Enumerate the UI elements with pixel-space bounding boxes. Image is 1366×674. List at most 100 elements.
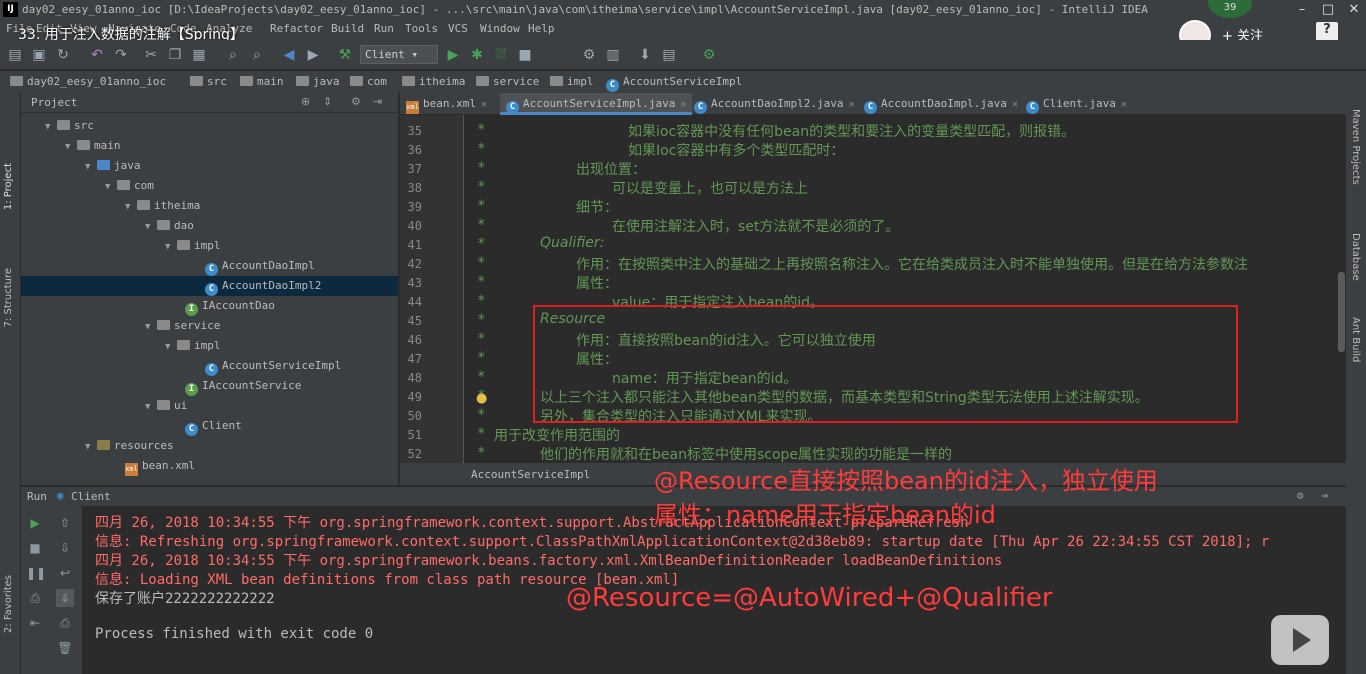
- tree-item-iaccountdao[interactable]: I IAccountDao: [185, 296, 275, 316]
- save-all-icon[interactable]: ▣: [30, 46, 48, 64]
- menu-help[interactable]: Help: [528, 22, 555, 35]
- minimize-button[interactable]: –: [1290, 0, 1314, 20]
- breadcrumb-class[interactable]: C AccountServiceImpl: [606, 75, 742, 92]
- locate-icon[interactable]: ⊕: [301, 95, 310, 108]
- editor-scroll-thumb[interactable]: [1338, 272, 1345, 352]
- breadcrumb-com[interactable]: com: [350, 75, 387, 88]
- structure-tool-tab[interactable]: 7: Structure: [3, 268, 14, 327]
- breadcrumb-project[interactable]: day02_eesy_01anno_ioc: [10, 75, 166, 88]
- tree-item-accountdaoimpl[interactable]: C AccountDaoImpl: [205, 256, 315, 276]
- paste-icon[interactable]: ▦: [190, 46, 208, 64]
- scroll-down-icon[interactable]: ⇩: [56, 539, 74, 557]
- close-tab-icon[interactable]: ✕: [848, 99, 854, 110]
- sync-icon[interactable]: ↻: [54, 46, 72, 64]
- settings-gear-icon[interactable]: ⚙: [351, 95, 361, 108]
- lightbulb-icon[interactable]: ●: [476, 391, 487, 406]
- replace-icon[interactable]: ⌕: [248, 46, 266, 64]
- close-tab-icon[interactable]: ✕: [1012, 99, 1018, 110]
- stop-icon[interactable]: ■: [26, 539, 44, 557]
- build-icon[interactable]: ⚒: [336, 46, 354, 64]
- menu-vcs[interactable]: VCS: [448, 22, 468, 35]
- video-play-button[interactable]: [1271, 615, 1329, 665]
- dump-threads-icon[interactable]: ⎙: [26, 589, 44, 607]
- close-window-button[interactable]: ✕: [1342, 0, 1366, 20]
- database-tab[interactable]: Database: [1350, 233, 1361, 281]
- scroll-up-icon[interactable]: ⇧: [56, 514, 74, 532]
- vcs-icon[interactable]: ▤: [660, 46, 678, 64]
- clear-all-icon[interactable]: 🗑: [56, 639, 74, 657]
- open-folder-icon[interactable]: ▤: [6, 46, 24, 64]
- run-configuration-select[interactable]: Client ▾: [360, 45, 438, 64]
- settings-gear-icon[interactable]: ⚙: [1297, 489, 1304, 502]
- tab-client[interactable]: C Client.java ✕: [1020, 93, 1133, 115]
- rerun-icon[interactable]: ▶: [26, 514, 44, 532]
- coverage-icon[interactable]: ⛆: [492, 46, 510, 64]
- run-icon[interactable]: ▶: [444, 46, 462, 64]
- undo-icon[interactable]: ↶: [88, 46, 106, 64]
- favorites-tool-tab[interactable]: 2: Favorites: [3, 575, 14, 633]
- maximize-button[interactable]: □: [1316, 0, 1340, 20]
- back-icon[interactable]: ◀: [280, 46, 298, 64]
- hide-panel-icon[interactable]: ⇥: [373, 95, 382, 108]
- hide-panel-icon[interactable]: ⇥: [1321, 489, 1328, 502]
- tab-accountdaoimpl2[interactable]: C AccountDaoImpl2.java ✕: [688, 93, 860, 115]
- tree-item-resources[interactable]: ▼ resources: [85, 436, 174, 456]
- menu-build[interactable]: Build: [331, 22, 364, 35]
- tree-item-com[interactable]: ▼ com: [105, 176, 154, 196]
- cut-icon[interactable]: ✂: [142, 46, 160, 64]
- tree-item-main[interactable]: ▼ main: [65, 136, 121, 156]
- forward-icon[interactable]: ▶: [304, 46, 322, 64]
- tree-item-service-impl[interactable]: ▼ impl: [165, 336, 221, 356]
- tree-item-java[interactable]: ▼ java: [85, 156, 141, 176]
- redo-icon[interactable]: ↷: [112, 46, 130, 64]
- tree-item-accountserviceimpl[interactable]: C AccountServiceImpl: [205, 356, 341, 376]
- tree-item-iaccountservice[interactable]: I IAccountService: [185, 376, 301, 396]
- copy-icon[interactable]: ❐: [166, 46, 184, 64]
- tree-item-ui[interactable]: ▼ ui: [145, 396, 187, 416]
- tab-accountserviceimpl[interactable]: C AccountServiceImpl.java ✕: [500, 93, 693, 115]
- close-tab-icon[interactable]: ✕: [680, 99, 686, 110]
- tree-item-client[interactable]: C Client: [185, 416, 242, 436]
- settings-icon[interactable]: ⚙: [580, 46, 598, 64]
- stop-icon[interactable]: ■: [516, 46, 534, 64]
- menu-refactor[interactable]: Refactor: [270, 22, 323, 35]
- ant-build-tab[interactable]: Ant Build: [1350, 317, 1361, 362]
- scroll-to-end-icon[interactable]: ⇓: [56, 589, 74, 607]
- tree-item-accountdaoimpl2[interactable]: C AccountDaoImpl2: [205, 276, 321, 296]
- breadcrumb-main[interactable]: main: [240, 75, 284, 88]
- help-icon[interactable]: ?: [1316, 22, 1338, 42]
- menu-tools[interactable]: Tools: [405, 22, 438, 35]
- tree-item-src[interactable]: ▼ src: [45, 116, 94, 136]
- maven-projects-tab[interactable]: Maven Projects: [1350, 109, 1361, 185]
- tree-item-service[interactable]: ▼ service: [145, 316, 220, 336]
- close-tab-icon[interactable]: ✕: [481, 99, 487, 110]
- tree-item-bean-xml[interactable]: xml bean.xml: [125, 456, 195, 476]
- tab-accountdaoimpl[interactable]: C AccountDaoImpl.java ✕: [858, 93, 1024, 115]
- tree-item-dao[interactable]: ▼ dao: [145, 216, 194, 236]
- print-icon[interactable]: ⎙: [56, 614, 74, 632]
- sdk-icon[interactable]: ⬇: [636, 46, 654, 64]
- android-icon[interactable]: ⚙: [700, 46, 718, 64]
- breadcrumb-java[interactable]: java: [296, 75, 340, 88]
- tree-item-dao-impl[interactable]: ▼ impl: [165, 236, 221, 256]
- menu-run[interactable]: Run: [374, 22, 394, 35]
- exit-icon[interactable]: ⇤: [26, 614, 44, 632]
- pause-icon[interactable]: ❚❚: [26, 564, 46, 582]
- breadcrumb-impl[interactable]: impl: [550, 75, 594, 88]
- menu-window[interactable]: Window: [480, 22, 520, 35]
- find-icon[interactable]: ⌕: [224, 46, 242, 64]
- project-structure-icon[interactable]: ▥: [604, 46, 622, 64]
- breadcrumb-itheima[interactable]: itheima: [402, 75, 465, 88]
- run-panel-title[interactable]: Run: [27, 490, 47, 503]
- breadcrumb-src[interactable]: src: [190, 75, 227, 88]
- breadcrumb-service[interactable]: service: [476, 75, 539, 88]
- project-tool-tab[interactable]: 1: Project: [3, 163, 14, 210]
- close-tab-icon[interactable]: ✕: [1121, 99, 1127, 110]
- debug-icon[interactable]: ✱: [468, 46, 486, 64]
- collapse-all-icon[interactable]: ⇕: [323, 95, 332, 108]
- project-panel-title[interactable]: Project: [31, 96, 77, 109]
- soft-wrap-icon[interactable]: ↩: [56, 564, 74, 582]
- footer-class-label[interactable]: AccountServiceImpl: [471, 468, 590, 481]
- tab-bean-xml[interactable]: xml bean.xml ✕: [400, 93, 493, 115]
- tree-item-itheima[interactable]: ▼ itheima: [125, 196, 200, 216]
